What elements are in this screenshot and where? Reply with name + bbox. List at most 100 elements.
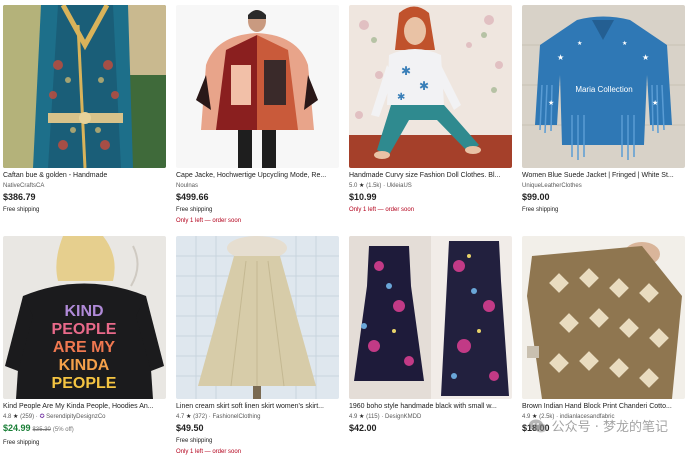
star-icon: ★ (186, 414, 192, 420)
listing-card[interactable]: Brown Indian Hand Block Print Chanderi C… (522, 236, 685, 434)
hoodie-line: KINDA (59, 357, 110, 374)
listing-grid: Caftan bue & golden - Handmade NativeCra… (0, 0, 694, 456)
rating-count: (115) (366, 414, 380, 420)
listing-image[interactable] (3, 5, 166, 168)
listing-image[interactable] (176, 5, 339, 168)
listing-price: $42.00 (349, 423, 377, 433)
listing-price: $10.99 (349, 192, 377, 202)
boho-dress-image (349, 236, 512, 399)
listing-price: $386.79 (3, 192, 36, 202)
listing-card[interactable]: KIND PEOPLE ARE MY KINDA PEOPLE Kind Peo… (3, 236, 166, 447)
listing-rating[interactable]: 4.9 ★ (115) · DesignKMDD (349, 413, 512, 421)
rating-value: 5.0 (349, 183, 358, 189)
listing-seller[interactable]: DesignKMDD (385, 414, 421, 420)
stock-warning: Only 1 left — order soon (176, 218, 242, 224)
listing-card[interactable]: ★ ★ ★ ★ ★ ★ Maria Collection Women Blue … (522, 5, 685, 214)
listing-rating[interactable]: 5.0 ★ (1.5k) · UkleiaUS (349, 182, 512, 190)
listing-seller[interactable]: UkleiaUS (387, 183, 412, 189)
listing-card[interactable]: 1960 boho style handmade black with smal… (349, 236, 512, 434)
cape-jacket-image (176, 5, 339, 168)
listing-title[interactable]: Kind People Are My Kinda People, Hoodies… (3, 402, 166, 411)
listing-seller[interactable]: UniqueLeatherClothes (522, 182, 685, 190)
listing-card[interactable]: Caftan bue & golden - Handmade NativeCra… (3, 5, 166, 214)
doll-sweater-image: ✱ ✱ ✱ (349, 5, 512, 168)
shipping-label: Free shipping (176, 207, 213, 213)
star-icon: ★ (13, 414, 19, 420)
stock-warning: Only 1 left — order soon (349, 207, 415, 213)
hoodie-image: KIND PEOPLE ARE MY KINDA PEOPLE (3, 236, 166, 399)
rating-count: (259) (20, 414, 35, 420)
rating-count: (2.5k) (539, 414, 555, 420)
listing-image[interactable]: KIND PEOPLE ARE MY KINDA PEOPLE (3, 236, 166, 399)
listing-seller[interactable]: Noulnas (176, 182, 339, 190)
linen-skirt-image (176, 236, 339, 399)
original-price: $35.30 (32, 427, 51, 433)
star-seller-icon: ✪ (39, 414, 45, 420)
star-icon: ★ (359, 414, 365, 420)
stock-warning: Only 1 left — order soon (176, 449, 242, 455)
listing-seller[interactable]: FashionelClothing (212, 414, 260, 420)
star-icon: ★ (532, 414, 538, 420)
hoodie-line: PEOPLE (52, 321, 117, 338)
separator: · (383, 183, 386, 189)
svg-text:✱: ✱ (401, 64, 411, 78)
listing-card[interactable]: Linen cream skirt soft linen skirt women… (176, 236, 339, 456)
rating-value: 4.9 (522, 414, 531, 420)
listing-price: $18.00 (522, 423, 550, 433)
svg-text:★: ★ (652, 99, 658, 107)
svg-text:✱: ✱ (419, 79, 429, 93)
discount-label: (5% off) (52, 427, 74, 433)
rating-count: (1.5k) (366, 183, 382, 189)
listing-rating[interactable]: 4.7 ★ (372) · FashionelClothing (176, 413, 339, 421)
svg-text:★: ★ (622, 40, 627, 47)
listing-card[interactable]: ✱ ✱ ✱ Handmade Curvy size Fashion Doll C… (349, 5, 512, 214)
sale-price: $24.99 (3, 423, 31, 433)
caftan-image (3, 5, 166, 168)
listing-seller[interactable]: indianlacesandfabric (560, 414, 615, 420)
listing-rating[interactable]: 4.8 ★ (259) · ✪ SerendipityDesignzCo (3, 413, 166, 421)
rating-count: (372) (193, 414, 208, 420)
listing-title[interactable]: Caftan bue & golden - Handmade (3, 171, 166, 180)
rating-value: 4.9 (349, 414, 358, 420)
star-icon: ★ (359, 183, 365, 189)
listing-price: $499.66 (176, 192, 209, 202)
svg-text:★: ★ (557, 53, 564, 62)
listing-title[interactable]: Cape Jacke, Hochwertige Upcycling Mode, … (176, 171, 339, 180)
suede-jacket-image: ★ ★ ★ ★ ★ ★ Maria Collection (522, 5, 685, 168)
separator: · (208, 414, 211, 420)
listing-image[interactable] (176, 236, 339, 399)
listing-price: $24.99 $35.30 (5% off) (3, 423, 166, 436)
svg-text:★: ★ (548, 99, 554, 107)
rating-value: 4.8 (3, 414, 12, 420)
listing-price: $49.50 (176, 423, 204, 433)
shipping-label: Free shipping (176, 438, 213, 444)
listing-title[interactable]: Handmade Curvy size Fashion Doll Clothes… (349, 171, 512, 180)
shipping-label: Free shipping (3, 207, 40, 213)
listing-rating[interactable]: 4.9 ★ (2.5k) · indianlacesandfabric (522, 413, 685, 421)
hoodie-line: PEOPLE (52, 375, 117, 392)
shipping-label: Free shipping (522, 207, 559, 213)
listing-seller[interactable]: NativeCraftsCA (3, 182, 166, 190)
svg-text:✱: ✱ (397, 92, 405, 103)
listing-image[interactable]: ✱ ✱ ✱ (349, 5, 512, 168)
listing-title[interactable]: Linen cream skirt soft linen skirt women… (176, 402, 339, 411)
listing-image[interactable] (522, 236, 685, 399)
svg-text:Maria Collection: Maria Collection (575, 85, 632, 94)
block-print-scarf-image (522, 236, 685, 399)
listing-seller[interactable]: SerendipityDesignzCo (46, 414, 105, 420)
listing-image[interactable] (349, 236, 512, 399)
shipping-label: Free shipping (3, 440, 40, 446)
listing-card[interactable]: Cape Jacke, Hochwertige Upcycling Mode, … (176, 5, 339, 225)
listing-image[interactable]: ★ ★ ★ ★ ★ ★ Maria Collection (522, 5, 685, 168)
listing-title[interactable]: Women Blue Suede Jacket | Fringed | Whit… (522, 171, 685, 180)
separator: · (556, 414, 559, 420)
hoodie-line: KIND (64, 303, 103, 320)
hoodie-line: ARE MY (53, 339, 116, 356)
separator: · (381, 414, 384, 420)
rating-value: 4.7 (176, 414, 185, 420)
listing-title[interactable]: Brown Indian Hand Block Print Chanderi C… (522, 402, 685, 411)
svg-text:★: ★ (642, 53, 649, 62)
listing-price: $99.00 (522, 192, 550, 202)
svg-text:★: ★ (577, 40, 582, 47)
listing-title[interactable]: 1960 boho style handmade black with smal… (349, 402, 512, 411)
